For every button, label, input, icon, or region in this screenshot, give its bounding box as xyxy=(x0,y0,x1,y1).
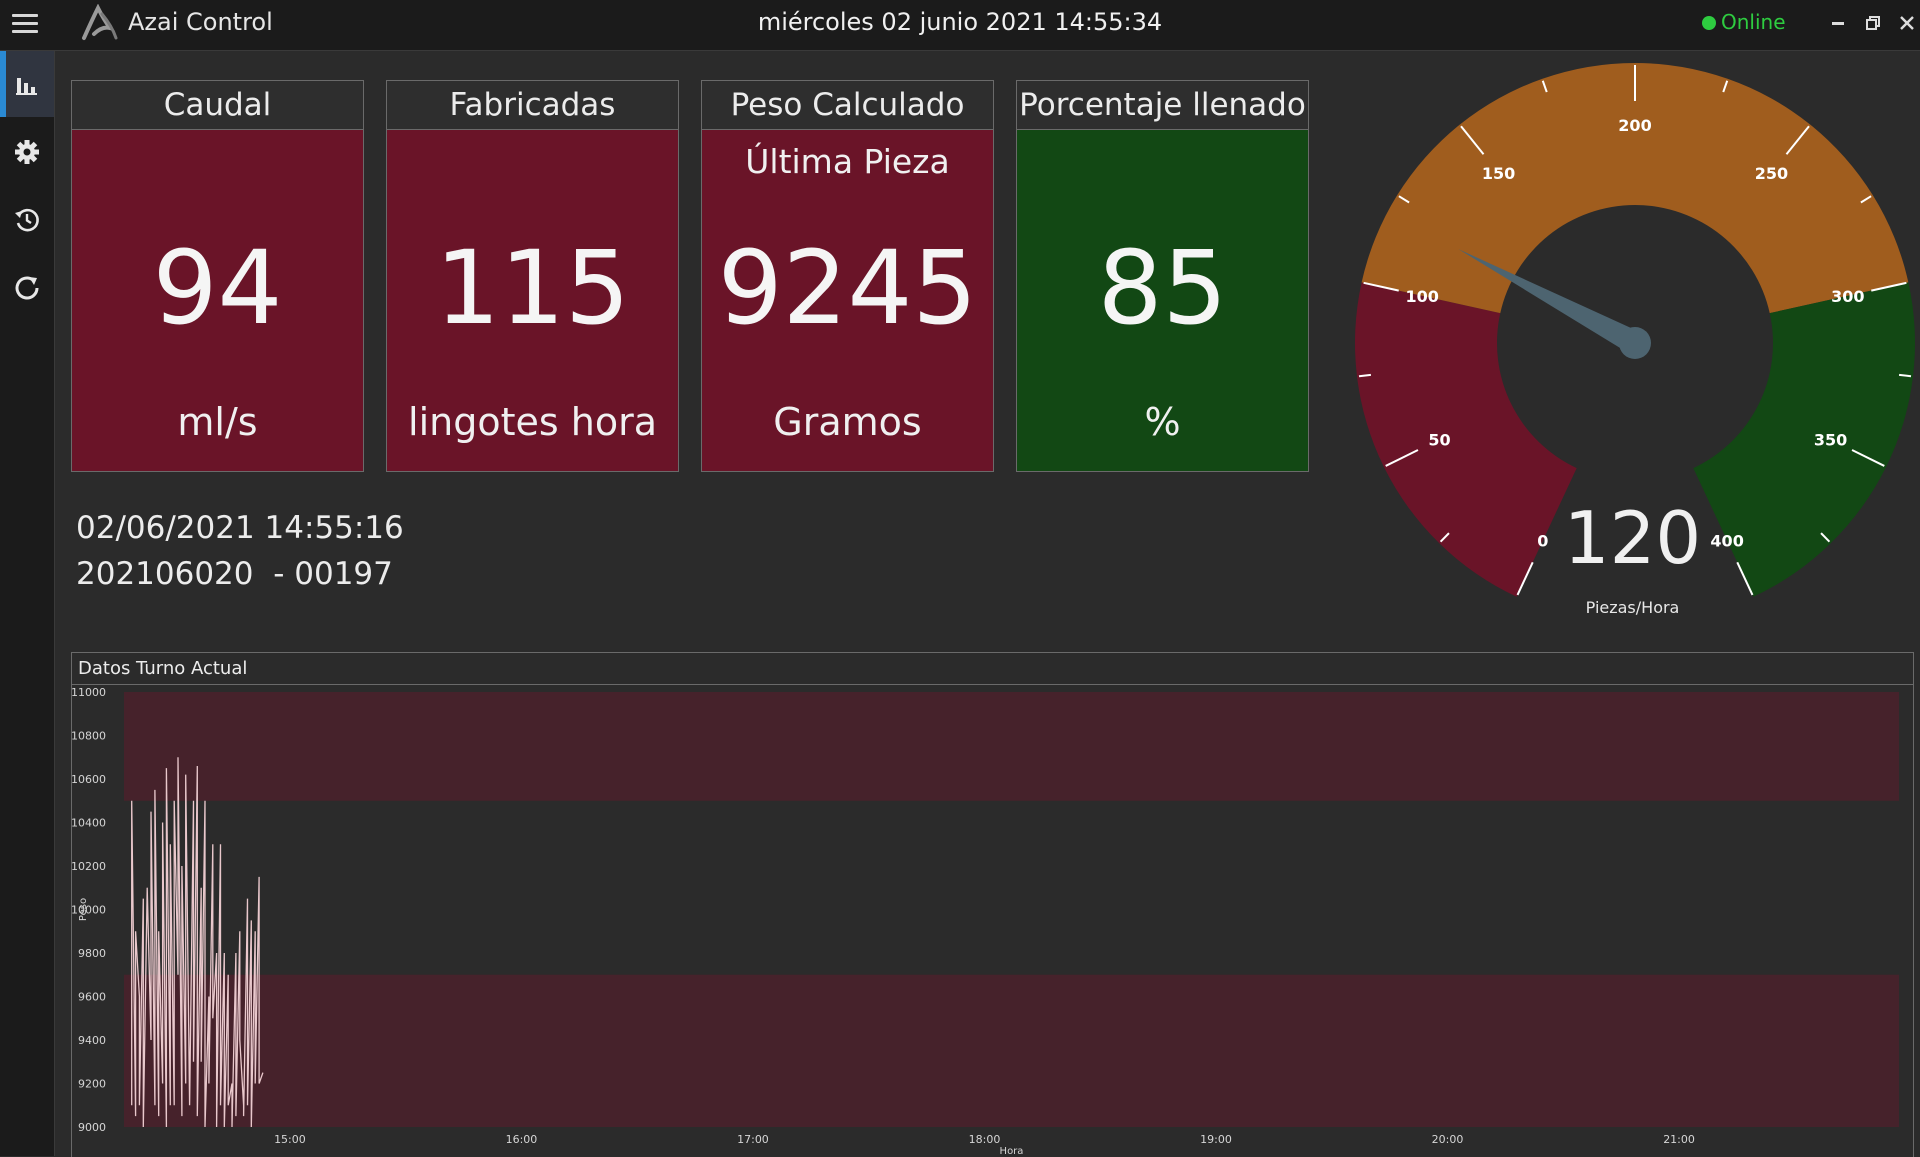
status-dot-icon xyxy=(1702,16,1716,30)
x-tick-label: 19:00 xyxy=(1200,1133,1232,1146)
y-tick-label: 9600 xyxy=(78,991,106,1004)
sidebar-item-history[interactable] xyxy=(0,187,54,253)
tile-title: Caudal xyxy=(72,81,363,130)
x-tick-label: 18:00 xyxy=(969,1133,1001,1146)
title-bar: Azai Control miércoles 02 junio 2021 14:… xyxy=(0,0,1920,51)
gauge-tick-label: 50 xyxy=(1428,430,1450,449)
tile-body: 94 ml/s xyxy=(72,130,363,471)
tile-caudal: Caudal 94 ml/s xyxy=(71,80,364,472)
tile-value: 9245 xyxy=(717,229,978,348)
tile-unit: % xyxy=(1144,400,1181,444)
tile-unit: Gramos xyxy=(773,400,922,444)
weight-line-chart: 1100010800106001040010200100009800960094… xyxy=(72,686,1899,1157)
minimize-button[interactable] xyxy=(1827,12,1849,34)
y-tick-label: 10200 xyxy=(72,860,106,873)
last-piece-timestamp: 02/06/2021 14:55:16 xyxy=(76,510,404,546)
restore-button[interactable] xyxy=(1862,12,1884,34)
gauge-tick xyxy=(1898,373,1912,378)
history-icon xyxy=(15,208,39,232)
sidebar-item-dashboard[interactable] xyxy=(0,51,54,117)
bar-chart-icon xyxy=(16,78,37,95)
tile-peso-calculado: Peso Calculado Última Pieza 9245 Gramos xyxy=(701,80,994,472)
tile-unit: lingotes hora xyxy=(408,400,657,444)
app-title: Azai Control xyxy=(128,8,273,36)
y-tick-label: 9000 xyxy=(78,1121,106,1134)
lot-number: 202106020 - 00197 xyxy=(76,556,393,592)
y-tick-label: 10800 xyxy=(72,730,106,743)
tile-value: 115 xyxy=(435,229,630,348)
tile-title: Peso Calculado xyxy=(702,81,993,130)
x-tick-label: 17:00 xyxy=(737,1133,769,1146)
tile-value: 85 xyxy=(1097,229,1228,348)
restore-icon xyxy=(1866,16,1880,30)
chart-band-1 xyxy=(124,974,1899,1127)
gauge-tick-label: 100 xyxy=(1405,287,1438,306)
refresh-icon xyxy=(15,276,39,300)
tile-porcentaje-llenado: Porcentaje llenado 85 % xyxy=(1016,80,1309,472)
y-tick-label: 9800 xyxy=(78,947,106,960)
tile-value: 94 xyxy=(152,229,283,348)
minimize-icon xyxy=(1832,22,1844,25)
current-datetime: miércoles 02 junio 2021 14:55:34 xyxy=(757,8,1163,36)
tile-body: 115 lingotes hora xyxy=(387,130,678,471)
y-tick-label: 9200 xyxy=(78,1078,106,1091)
gauge-needle-hub xyxy=(1619,327,1651,359)
gauge-tick xyxy=(1358,373,1372,378)
status-label: Online xyxy=(1721,10,1786,34)
gauge-tick-label: 200 xyxy=(1618,116,1651,135)
sidebar-item-settings[interactable] xyxy=(0,119,54,185)
connection-status: Online xyxy=(1702,10,1786,34)
chart-panel: Datos Turno Actual 11000 10800 10600 10400 1… xyxy=(71,652,1914,1157)
gauge-tick-label: 250 xyxy=(1755,164,1788,183)
x-tick-label: 21:00 xyxy=(1663,1133,1695,1146)
tile-title: Porcentaje llenado xyxy=(1017,81,1308,130)
y-axis-label: Peso xyxy=(78,898,89,921)
gauge-unit: Piezas/Hora xyxy=(1585,598,1680,617)
tile-unit: ml/s xyxy=(177,400,258,444)
x-tick-label: 16:00 xyxy=(506,1133,538,1146)
close-button[interactable] xyxy=(1896,12,1918,34)
chart-band-0 xyxy=(124,692,1899,801)
tile-body: 85 % xyxy=(1017,130,1308,471)
x-axis-label: Hora xyxy=(1000,1146,1024,1157)
x-tick-label: 15:00 xyxy=(274,1133,306,1146)
tile-title: Fabricadas xyxy=(387,81,678,130)
sidebar xyxy=(0,51,55,1156)
azai-logo-icon xyxy=(82,4,118,40)
hamburger-menu-icon[interactable] xyxy=(12,14,38,36)
gear-icon xyxy=(15,140,39,164)
tile-fabricadas: Fabricadas 115 lingotes hora xyxy=(386,80,679,472)
sidebar-item-refresh[interactable] xyxy=(0,255,54,321)
y-tick-label: 11000 xyxy=(72,686,106,699)
close-icon xyxy=(1900,16,1914,30)
chart-title: Datos Turno Actual xyxy=(72,653,1913,685)
tile-body: Última Pieza 9245 Gramos xyxy=(702,130,993,471)
gauge-tick-label: 350 xyxy=(1814,430,1847,449)
gauge-tick-label: 150 xyxy=(1482,164,1515,183)
tile-subtitle: Última Pieza xyxy=(745,142,950,181)
y-tick-label: 10400 xyxy=(72,817,106,830)
gauge-tick-label: 300 xyxy=(1831,287,1864,306)
y-tick-label: 9400 xyxy=(78,1034,106,1047)
x-tick-label: 20:00 xyxy=(1432,1133,1464,1146)
y-tick-label: 10600 xyxy=(72,773,106,786)
gauge-value: 120 xyxy=(1563,496,1702,580)
